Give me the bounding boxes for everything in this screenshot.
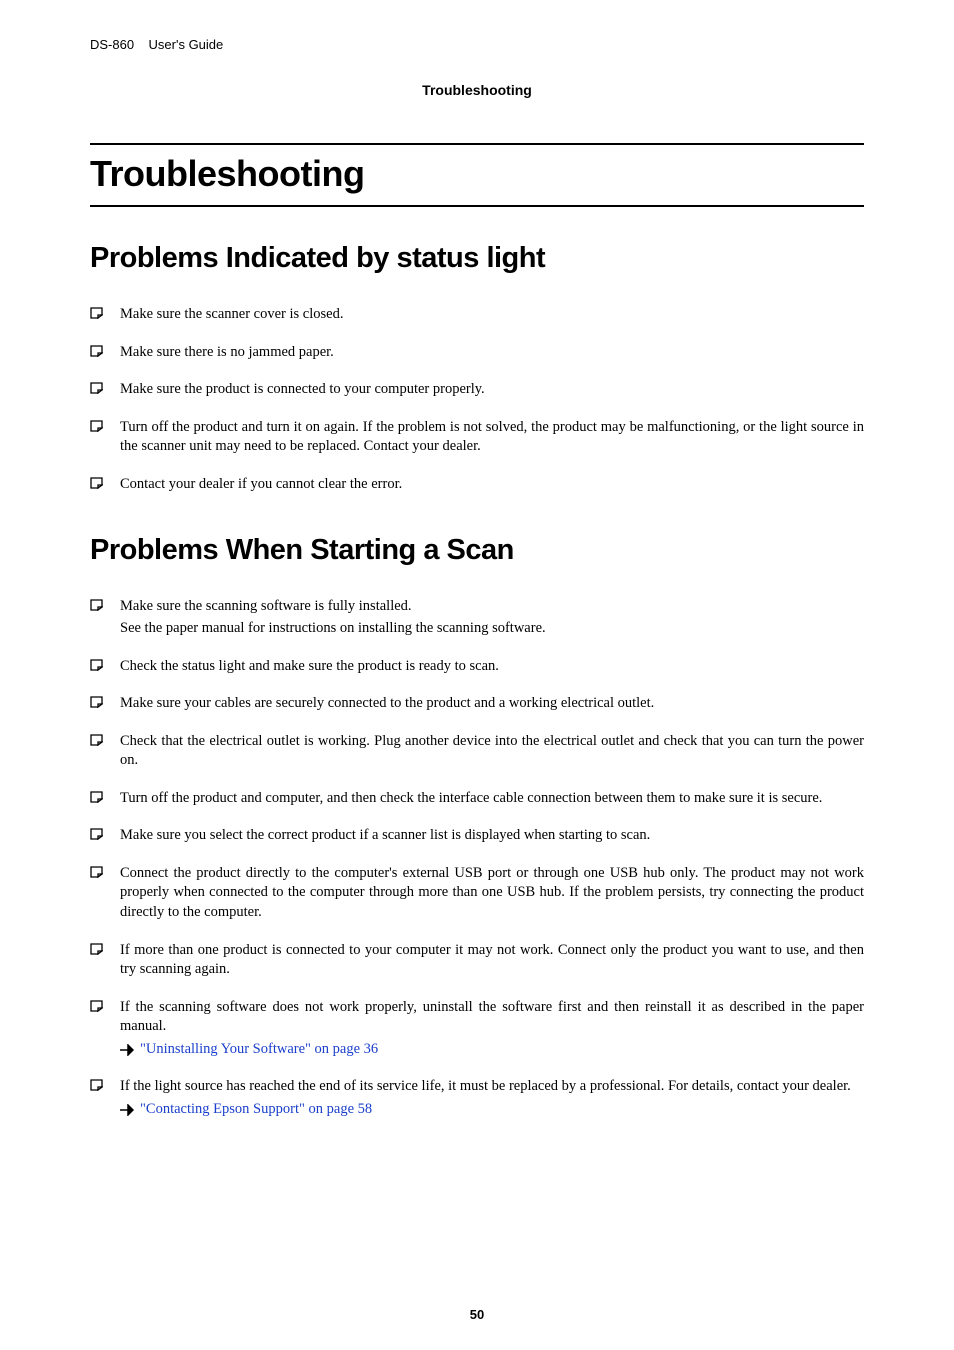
list-item: Connect the product directly to the comp…	[90, 864, 864, 923]
list-item-content: If the scanning software does not work p…	[120, 998, 864, 1060]
bullet-icon	[90, 694, 120, 708]
list-item-content: Turn off the product and turn it on agai…	[120, 418, 864, 457]
list-item-text: Turn off the product and computer, and t…	[120, 789, 864, 809]
list-item-content: Connect the product directly to the comp…	[120, 864, 864, 923]
list-item: If more than one product is connected to…	[90, 941, 864, 980]
list-item: Contact your dealer if you cannot clear …	[90, 475, 864, 495]
bullet-icon	[90, 380, 120, 394]
doc-title: User's Guide	[149, 37, 224, 52]
list-item: Make sure the product is connected to yo…	[90, 380, 864, 400]
list-item-text: Check that the electrical outlet is work…	[120, 732, 864, 771]
bullet-icon	[90, 475, 120, 489]
list-item-text: Check the status light and make sure the…	[120, 657, 864, 677]
list-item: Make sure the scanner cover is closed.	[90, 305, 864, 325]
arrow-icon	[120, 1044, 134, 1056]
bullet-icon	[90, 657, 120, 671]
list-item: If the light source has reached the end …	[90, 1077, 864, 1119]
list-item: Turn off the product and computer, and t…	[90, 789, 864, 809]
list-item-content: Check the status light and make sure the…	[120, 657, 864, 677]
list-item-content: Check that the electrical outlet is work…	[120, 732, 864, 771]
list-item: Make sure there is no jammed paper.	[90, 343, 864, 363]
section-header: Troubleshooting	[90, 82, 864, 98]
bullet-icon	[90, 998, 120, 1012]
bullet-icon	[90, 305, 120, 319]
bullet-icon	[90, 597, 120, 611]
list-item-content: Contact your dealer if you cannot clear …	[120, 475, 864, 495]
link-row: "Contacting Epson Support" on page 58	[120, 1100, 864, 1120]
list-item-content: Make sure the scanner cover is closed.	[120, 305, 864, 325]
list-item-text: Make sure the product is connected to yo…	[120, 380, 864, 400]
bullet-icon	[90, 789, 120, 803]
header-line: DS-860 User's Guide	[90, 37, 864, 52]
list-item-content: Make sure the product is connected to yo…	[120, 380, 864, 400]
cross-reference-link[interactable]: "Uninstalling Your Software" on page 36	[140, 1040, 378, 1060]
list-item: Turn off the product and turn it on agai…	[90, 418, 864, 457]
section1-list: Make sure the scanner cover is closed. Ma…	[90, 305, 864, 494]
section2-list: Make sure the scanning software is fully…	[90, 597, 864, 1119]
arrow-icon	[120, 1104, 134, 1116]
list-item: Check the status light and make sure the…	[90, 657, 864, 677]
list-item-text: Make sure your cables are securely conne…	[120, 694, 864, 714]
product-name: DS-860	[90, 37, 134, 52]
rule-bottom	[90, 195, 864, 207]
list-item-text: Make sure the scanner cover is closed.	[120, 305, 864, 325]
bullet-icon	[90, 826, 120, 840]
bullet-icon	[90, 1077, 120, 1091]
page-number: 50	[0, 1307, 954, 1322]
section2-title: Problems When Starting a Scan	[90, 534, 864, 567]
list-item-content: Make sure there is no jammed paper.	[120, 343, 864, 363]
list-item: Make sure the scanning software is fully…	[90, 597, 864, 638]
list-item-content: If more than one product is connected to…	[120, 941, 864, 980]
rule-top	[90, 143, 864, 145]
list-item-content: Make sure the scanning software is fully…	[120, 597, 864, 638]
list-item-text: Make sure you select the correct product…	[120, 826, 864, 846]
list-item: Check that the electrical outlet is work…	[90, 732, 864, 771]
list-item-text: If more than one product is connected to…	[120, 941, 864, 980]
link-row: "Uninstalling Your Software" on page 36	[120, 1040, 864, 1060]
list-item: If the scanning software does not work p…	[90, 998, 864, 1060]
section1-title: Problems Indicated by status light	[90, 242, 864, 275]
list-item-content: Turn off the product and computer, and t…	[120, 789, 864, 809]
list-item-text: If the scanning software does not work p…	[120, 998, 864, 1037]
list-item-text: Turn off the product and turn it on agai…	[120, 418, 864, 457]
list-item-content: If the light source has reached the end …	[120, 1077, 864, 1119]
bullet-icon	[90, 343, 120, 357]
list-item-text: Connect the product directly to the comp…	[120, 864, 864, 923]
cross-reference-link[interactable]: "Contacting Epson Support" on page 58	[140, 1100, 372, 1120]
page-title: Troubleshooting	[90, 153, 864, 195]
list-item-text: Make sure there is no jammed paper.	[120, 343, 864, 363]
bullet-icon	[90, 941, 120, 955]
list-item-content: Make sure you select the correct product…	[120, 826, 864, 846]
bullet-icon	[90, 864, 120, 878]
list-item-text: If the light source has reached the end …	[120, 1077, 864, 1097]
list-item-text: Contact your dealer if you cannot clear …	[120, 475, 864, 495]
list-item: Make sure you select the correct product…	[90, 826, 864, 846]
list-item-text: Make sure the scanning software is fully…	[120, 597, 864, 617]
bullet-icon	[90, 418, 120, 432]
list-item-subtext: See the paper manual for instructions on…	[120, 619, 864, 639]
bullet-icon	[90, 732, 120, 746]
list-item: Make sure your cables are securely conne…	[90, 694, 864, 714]
list-item-content: Make sure your cables are securely conne…	[120, 694, 864, 714]
